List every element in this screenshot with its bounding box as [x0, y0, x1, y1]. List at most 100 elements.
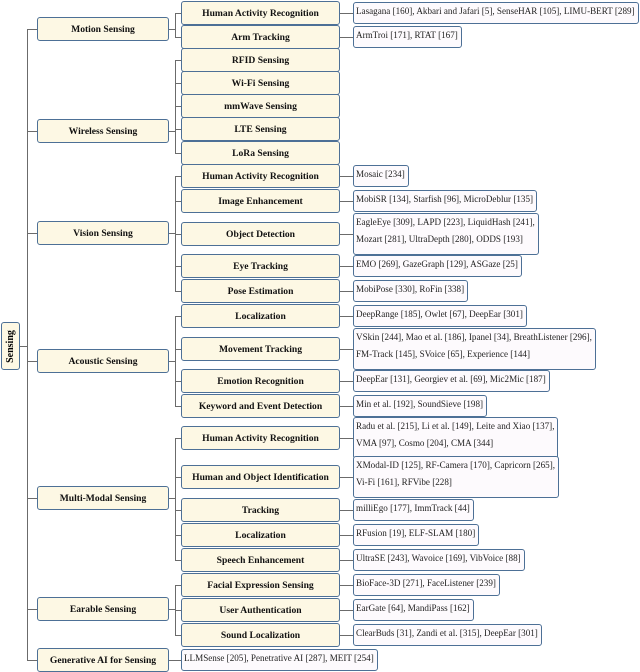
subcategory-node: Localization	[181, 304, 340, 328]
subcategory-node: Facial Expression Sensing	[181, 573, 340, 597]
reference-text: MobiPose [330], RoFin [338]	[356, 284, 465, 294]
subcategory-node: RFID Sensing	[181, 48, 340, 72]
reference-text: FM-Track [145], SVoice [65], Experience …	[356, 349, 531, 359]
reference-leaf: Mosaic [234]	[353, 165, 409, 187]
connector-line	[340, 535, 353, 537]
subcategory-label: RFID Sensing	[231, 54, 290, 66]
group-line	[175, 316, 177, 406]
reference-text: ClearBuds [31], Zandi et al. [315], Deep…	[356, 628, 538, 638]
connector-line	[340, 201, 353, 203]
subcategory-node: LoRa Sensing	[181, 141, 340, 165]
subcategory-label: Human Activity Recognition	[202, 170, 319, 182]
subcategory-label: Object Detection	[226, 228, 295, 240]
subcategory-label: Facial Expression Sensing	[207, 579, 314, 591]
connector-line	[340, 291, 353, 293]
category-node: Vision Sensing	[37, 221, 169, 245]
reference-text: MobiSR [134], Starfish [96], MicroDeblur…	[356, 194, 534, 204]
reference-leaf: EMO [269], GazeGraph [129], ASGaze [25]	[353, 255, 522, 277]
connector-line	[27, 29, 37, 31]
subcategory-node: Tracking	[181, 498, 340, 522]
reference-leaf: XModal-ID [125], RF-Camera [170], Capric…	[353, 456, 560, 498]
reference-leaf: DeepEar [131], Georgiev et al. [69], Mic…	[353, 370, 550, 392]
reference-text: DeepRange [185], Owlet [67], DeepEar [30…	[356, 309, 523, 319]
subcategory-node: mmWave Sensing	[181, 94, 340, 118]
subcategory-label: LTE Sensing	[234, 123, 287, 135]
taxonomy-diagram: Sensing Motion Sensing Human Activity Rec…	[0, 0, 640, 672]
connector-line	[27, 233, 37, 235]
reference-text: LLMSense [205], Penetrative AI [287], ME…	[184, 653, 374, 663]
reference-leaf: UltraSE [243], Wavoice [169], VibVoice […	[353, 549, 525, 571]
subcategory-label: Emotion Recognition	[217, 375, 304, 387]
reference-text: EarGate [64], MandiPass [162]	[356, 603, 470, 613]
connector-line	[340, 610, 353, 612]
subcategory-label: Eye Tracking	[233, 260, 288, 272]
connector-line	[340, 381, 353, 383]
connector-line	[340, 560, 353, 562]
reference-leaf: ClearBuds [31], Zandi et al. [315], Deep…	[353, 624, 542, 646]
subcategory-node: LTE Sensing	[181, 117, 340, 141]
reference-leaf: DeepRange [185], Owlet [67], DeepEar [30…	[353, 305, 527, 327]
subcategory-label: Human Activity Recognition	[202, 432, 319, 444]
reference-leaf: milliEgo [177], ImmTrack [44]	[353, 499, 474, 521]
reference-leaf: MobiSR [134], Starfish [96], MicroDeblur…	[353, 190, 538, 212]
reference-leaf: Min et al. [192], SoundSieve [198]	[353, 395, 488, 417]
connector-line	[340, 510, 353, 512]
subcategory-node: Human Activity Recognition	[181, 164, 340, 188]
category-label: Vision Sensing	[73, 227, 133, 239]
connector-line	[27, 361, 37, 363]
subcategory-node: Speech Enhancement	[181, 548, 340, 572]
subcategory-node: Keyword and Event Detection	[181, 394, 340, 418]
connector-line	[340, 266, 353, 268]
subcategory-label: Human Activity Recognition	[202, 7, 319, 19]
category-label: Motion Sensing	[71, 23, 135, 35]
subcategory-label: mmWave Sensing	[224, 100, 297, 112]
category-label: Multi-Modal Sensing	[59, 492, 147, 504]
subcategory-node: Object Detection	[181, 222, 340, 246]
group-line	[175, 13, 177, 37]
group-line	[175, 438, 177, 560]
subcategory-label: Sound Localization	[220, 629, 301, 641]
subcategory-node: Eye Tracking	[181, 254, 340, 278]
reference-text: EMO [269], GazeGraph [129], ASGaze [25]	[356, 259, 518, 269]
connector-line	[340, 37, 353, 39]
reference-text: Mozart [281], UltraDepth [280], ODDS [19…	[356, 234, 523, 244]
category-label: Acoustic Sensing	[68, 355, 138, 367]
subcategory-label: Wi-Fi Sensing	[231, 77, 290, 89]
category-node: Generative AI for Sensing	[37, 648, 169, 672]
reference-text: milliEgo [177], ImmTrack [44]	[356, 503, 470, 513]
root-node: Sensing	[1, 322, 20, 370]
connector-line	[27, 609, 37, 611]
category-label: Wireless Sensing	[68, 125, 138, 137]
subcategory-node: Human and Object Identification	[181, 465, 340, 489]
reference-leaf: Radu et al. [215], Li et al. [149], Leit…	[353, 417, 559, 459]
reference-text: VSkin [244], Mao et al. [186], Ipanel [3…	[356, 332, 592, 342]
reference-text: Vi-Fi [161], RFVibe [228]	[356, 477, 452, 487]
subcategory-node: Image Enhancement	[181, 189, 340, 213]
subcategory-label: Movement Tracking	[218, 343, 303, 355]
subcategory-label: Image Enhancement	[218, 195, 303, 207]
connector-line	[27, 131, 37, 133]
reference-text: Min et al. [192], SoundSieve [198]	[356, 399, 484, 409]
subcategory-label: Localization	[235, 310, 286, 322]
reference-leaf: MobiPose [330], RoFin [338]	[353, 280, 469, 302]
subcategory-node: Wi-Fi Sensing	[181, 71, 340, 95]
reference-text: EagleEye [309], LAPD [223], LiquidHash […	[356, 217, 535, 227]
subcategory-label: Human and Object Identification	[192, 471, 329, 483]
subcategory-label: Speech Enhancement	[216, 554, 305, 566]
reference-leaf: ArmTroi [171], RTAT [167]	[353, 26, 462, 48]
subcategory-label: LoRa Sensing	[232, 147, 289, 159]
subcategory-node: User Authentication	[181, 598, 340, 622]
reference-text: RFusion [19], ELF-SLAM [180]	[356, 528, 476, 538]
reference-text: Radu et al. [215], Li et al. [149], Leit…	[356, 421, 555, 431]
reference-text: Mosaic [234]	[356, 169, 405, 179]
category-label: Generative AI for Sensing	[49, 654, 157, 666]
reference-text: ArmTroi [171], RTAT [167]	[356, 30, 458, 40]
subcategory-node: Arm Tracking	[181, 25, 340, 49]
root-label: Sensing	[5, 329, 17, 363]
connector-line	[169, 660, 181, 662]
category-node: Earable Sensing	[37, 597, 169, 621]
reference-leaf: Lasagana [160], Akbari and Jafari [5], S…	[353, 2, 639, 24]
connector-line	[340, 13, 353, 15]
category-node: Motion Sensing	[37, 17, 169, 41]
connector-line	[340, 585, 353, 587]
